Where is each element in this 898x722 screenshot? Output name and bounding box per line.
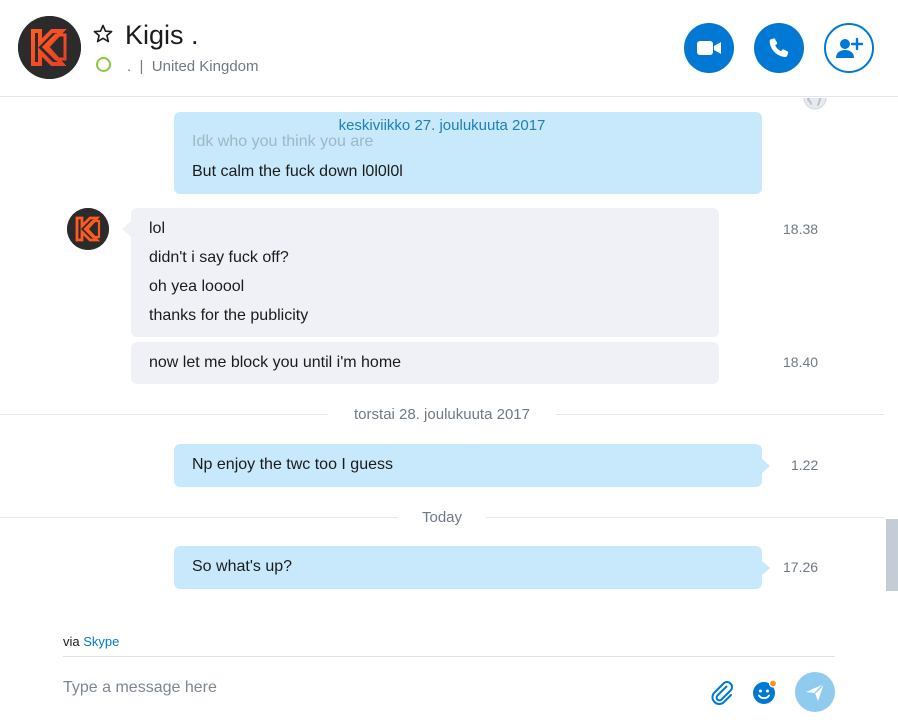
globe-icon[interactable] [802,98,828,111]
scrollbar-thumb[interactable] [886,519,898,591]
video-call-button[interactable] [684,23,734,73]
message-text: lol [149,220,166,237]
date-separator-line [486,517,884,518]
contact-status-line: . | United Kingdom [127,58,259,75]
message-text: But calm the fuck down l0l0l0l [192,163,403,180]
via-prefix: via [63,634,80,649]
message-timestamp: 18.38 [783,221,819,237]
faded-message-text: Idk who you think you are [192,133,374,150]
message-bubble-outgoing[interactable]: Np enjoy the twc too I guess [174,444,762,487]
send-button[interactable] [795,672,835,712]
status-mood: . [127,58,132,75]
date-separator-line [556,414,884,415]
favorite-star-icon[interactable] [93,24,113,44]
bubble-tail [760,559,770,577]
add-person-icon [836,37,864,58]
contact-avatar[interactable] [18,16,81,79]
message-text: didn't i say fuck off? [149,249,289,266]
message-bubble-incoming[interactable]: lol didn't i say fuck off? oh yea looool… [131,208,719,337]
contact-location: United Kingdom [151,58,259,75]
sender-avatar[interactable] [67,208,109,250]
conversation-header: Kigis . . | United Kingdom [0,0,898,97]
bubble-tail [122,221,131,237]
message-text: Np enjoy the twc too I guess [192,456,393,473]
message-timestamp: 18.40 [783,354,819,370]
presence-ring-icon [96,57,111,72]
date-separator-label: torstai 28. joulukuuta 2017 [354,406,530,423]
message-text: So what's up? [192,558,293,575]
phone-icon [769,38,789,58]
skype-link[interactable]: Skype [83,634,119,649]
audio-call-button[interactable] [754,23,804,73]
status-separator: | [139,58,144,75]
composer-divider [63,656,835,657]
message-text: thanks for the publicity [149,307,309,324]
contact-name: Kigis . [125,20,199,50]
video-camera-icon [697,41,721,55]
message-list[interactable]: Idk who you think you are keskiviikko 27… [0,98,898,628]
message-bubble-outgoing[interactable]: So what's up? [174,546,762,589]
send-icon [806,683,825,701]
bubble-tail [760,457,770,475]
message-input[interactable] [63,670,683,706]
message-text: oh yea looool [149,278,245,295]
message-bubble-incoming[interactable]: now let me block you until i'm home [131,342,719,384]
add-people-button[interactable] [824,23,874,73]
via-skype-label: via Skype [63,634,119,649]
date-separator-label: Today [421,509,463,526]
emoticon-icon[interactable] [752,679,778,705]
date-separator-line [0,517,398,518]
sticky-date-header: keskiviikko 27. joulukuuta 2017 [338,117,546,134]
message-timestamp: 1.22 [791,457,819,473]
message-text: now let me block you until i'm home [149,354,402,371]
message-timestamp: 17.26 [783,559,819,575]
paperclip-icon[interactable] [708,678,736,706]
date-separator-line [0,414,328,415]
